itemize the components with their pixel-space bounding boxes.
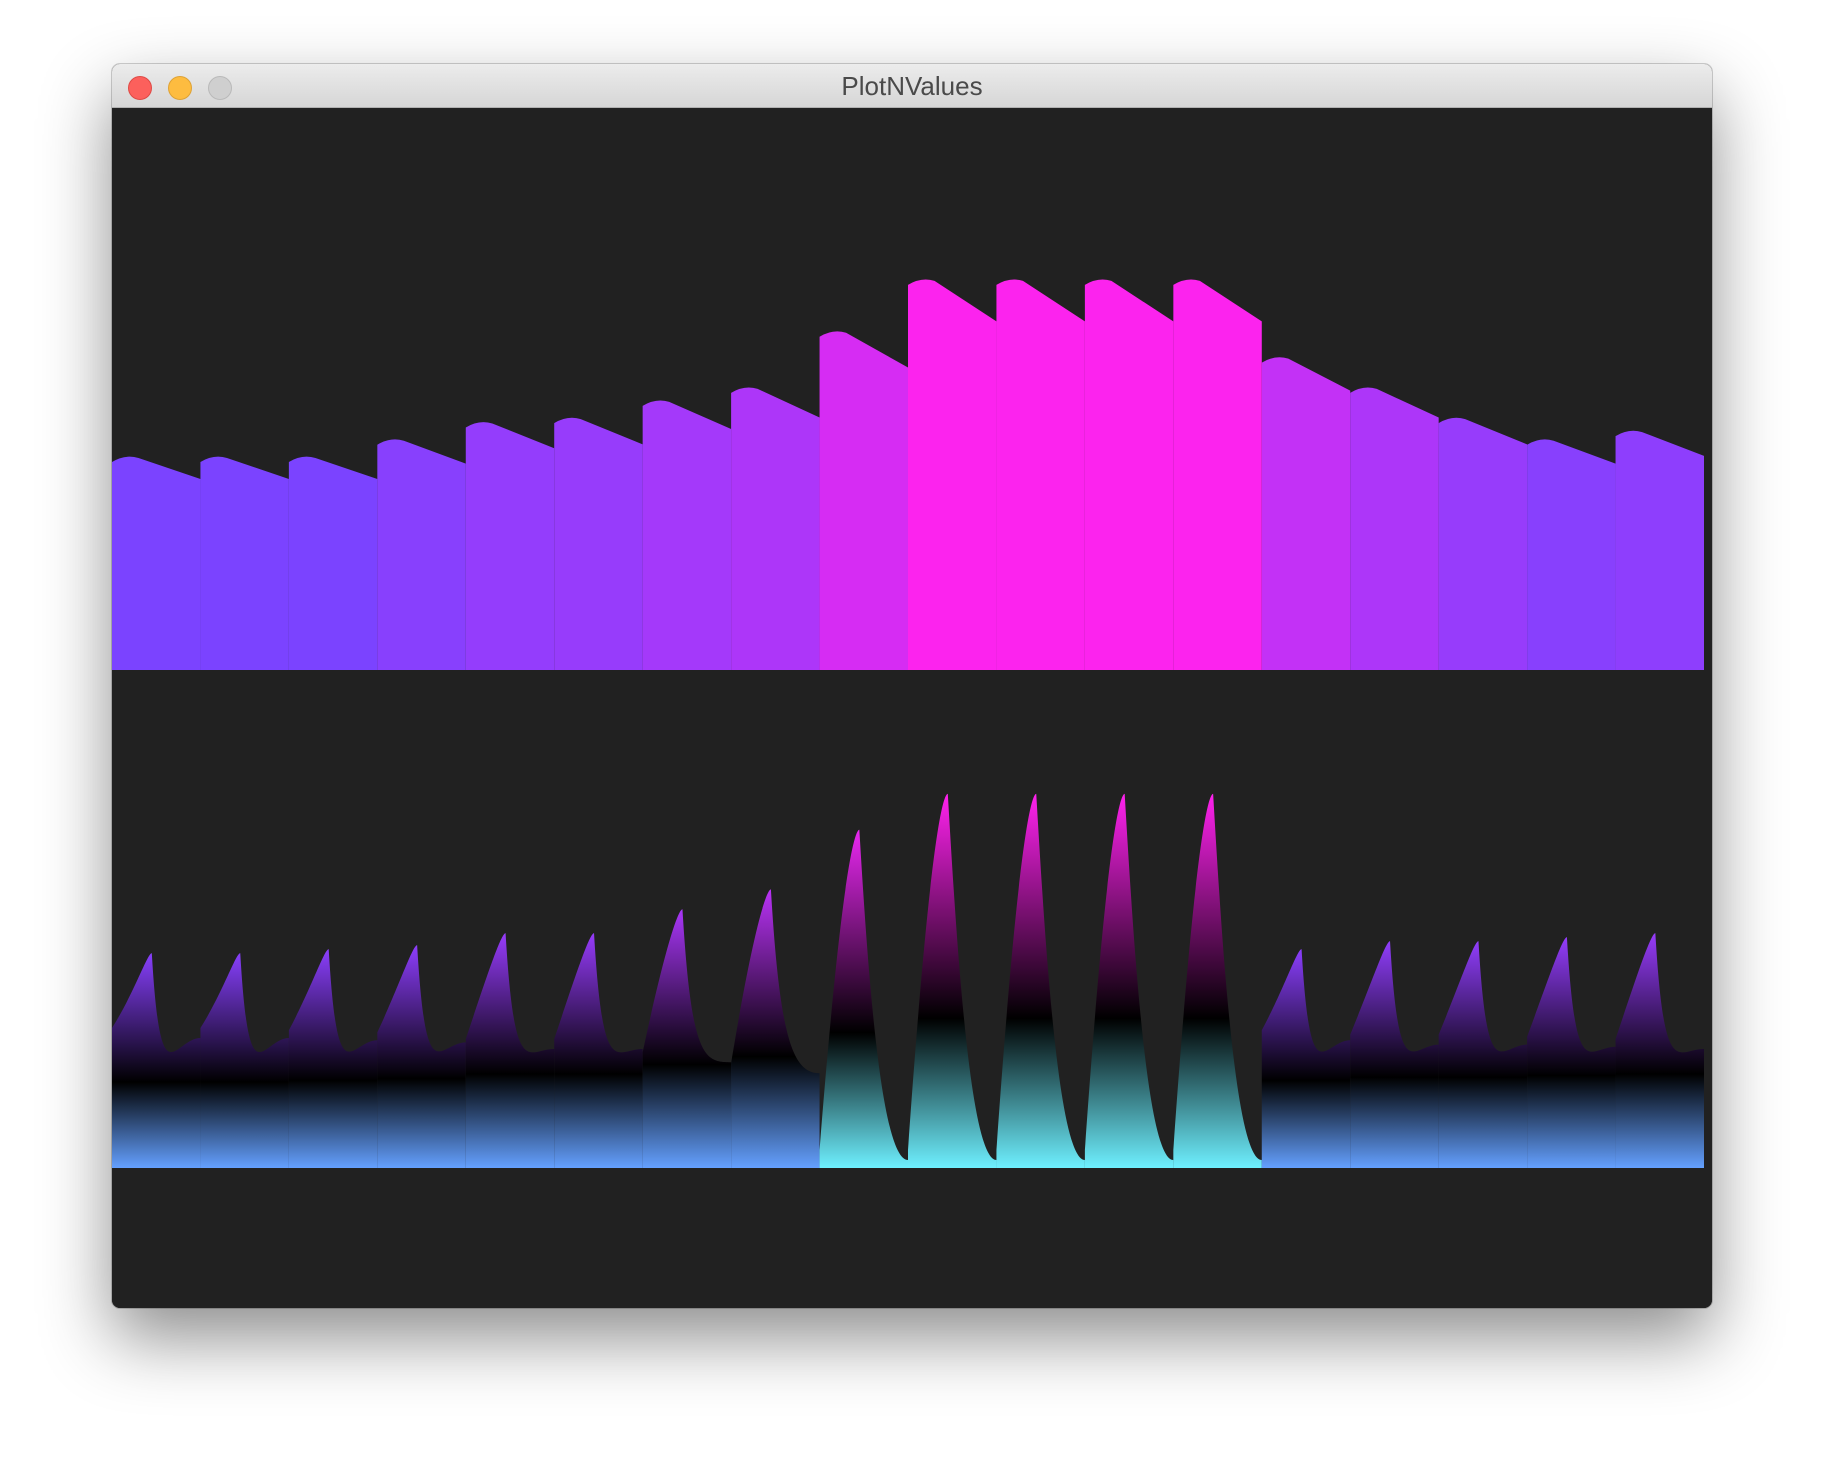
upper-segment-11 — [1084, 279, 1174, 670]
upper-segment-8 — [819, 331, 908, 670]
app-window: PlotNValues — [112, 64, 1712, 1308]
lower-segment-12 — [1173, 793, 1262, 1168]
lower-segment-6 — [642, 909, 732, 1168]
lower-segment-0 — [112, 953, 201, 1168]
lower-segment-10 — [996, 793, 1085, 1168]
lower-plot — [112, 793, 1704, 1168]
upper-segment-16 — [1527, 439, 1616, 670]
lower-segment-17 — [1615, 933, 1704, 1168]
lower-segment-15 — [1438, 941, 1528, 1168]
lower-segment-2 — [288, 949, 378, 1168]
lower-segment-9 — [908, 793, 997, 1168]
upper-segment-10 — [996, 279, 1085, 670]
lower-segment-16 — [1527, 937, 1616, 1168]
upper-plot — [112, 279, 1704, 670]
upper-segment-2 — [288, 456, 378, 670]
lower-segment-13 — [1261, 949, 1351, 1168]
upper-segment-0 — [112, 456, 201, 670]
lower-segment-1 — [200, 953, 289, 1168]
upper-segment-17 — [1615, 430, 1704, 670]
window-title: PlotNValues — [841, 71, 983, 101]
upper-segment-13 — [1261, 357, 1351, 670]
upper-segment-3 — [377, 439, 466, 670]
upper-segment-5 — [554, 417, 643, 670]
lower-segment-11 — [1084, 793, 1174, 1168]
lower-segment-5 — [554, 933, 643, 1168]
plot-svg — [112, 279, 1704, 1168]
upper-segment-7 — [731, 387, 820, 670]
lower-segment-3 — [377, 945, 466, 1168]
title-bar[interactable]: PlotNValues — [112, 64, 1712, 108]
plot-canvas — [112, 108, 1712, 1308]
lower-segment-8 — [819, 829, 908, 1168]
upper-segment-1 — [200, 456, 289, 670]
upper-segment-4 — [465, 422, 555, 670]
upper-segment-14 — [1350, 387, 1439, 670]
upper-segment-15 — [1438, 417, 1528, 670]
lower-segment-4 — [465, 933, 555, 1168]
lower-segment-14 — [1350, 941, 1439, 1168]
lower-segment-7 — [731, 889, 820, 1168]
upper-segment-6 — [642, 400, 732, 670]
upper-segment-12 — [1173, 279, 1262, 670]
upper-segment-9 — [908, 279, 997, 670]
